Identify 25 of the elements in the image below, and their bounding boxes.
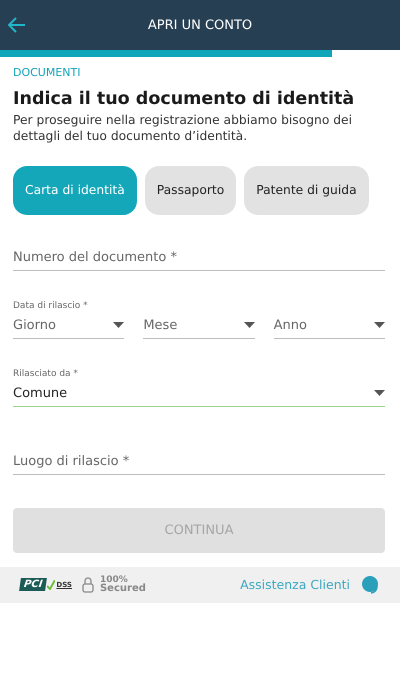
- section-label: DOCUMENTI: [13, 66, 80, 79]
- field-label: Rilasciato da *: [13, 368, 78, 379]
- document-number-field[interactable]: Numero del documento *: [13, 244, 385, 271]
- caret-icon: [374, 390, 385, 396]
- document-type-option[interactable]: Carta di identità: [13, 166, 137, 215]
- caret-icon: [244, 322, 255, 328]
- document-type-option[interactable]: Patente di guida: [244, 166, 369, 215]
- date-dropdown[interactable]: Mese: [143, 312, 255, 339]
- issue-place-field[interactable]: Luogo di rilascio *: [13, 448, 385, 475]
- date-dropdown[interactable]: Anno: [274, 312, 385, 339]
- header-title: APRI UN CONTO: [148, 18, 252, 32]
- issued-by-dropdown[interactable]: Comune: [13, 380, 385, 407]
- date-dropdown[interactable]: Giorno: [13, 312, 124, 339]
- pci-logo: PCI: [19, 578, 48, 592]
- intro-text: Per proseguire nella registrazione abbiamo bisogno dei dettagli del tuo documento d’identità.: [13, 113, 354, 145]
- secured-percent: 100%: [100, 576, 128, 584]
- field-label: Data di rilascio *: [13, 300, 88, 311]
- caret-icon: [374, 322, 385, 328]
- padlock-icon: [82, 576, 94, 593]
- secured-label: Secured: [100, 584, 146, 594]
- back-arrow-icon[interactable]: [8, 17, 26, 33]
- page-heading: Indica il tuo documento di identità: [13, 89, 356, 109]
- check-icon: [47, 580, 56, 590]
- caret-icon: [113, 322, 124, 328]
- document-type-option[interactable]: Passaporto: [144, 166, 236, 215]
